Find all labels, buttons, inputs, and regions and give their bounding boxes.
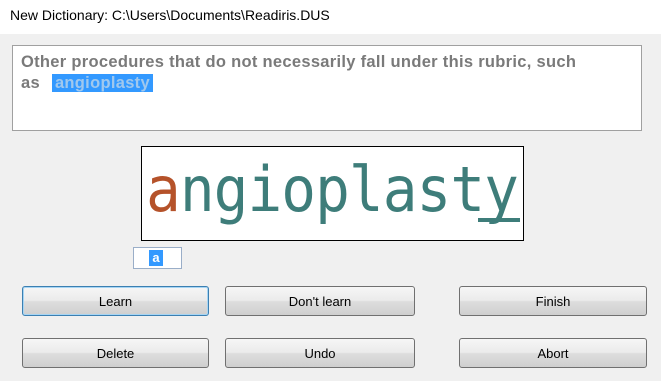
dont-learn-button[interactable]: Don't learn [225,286,415,316]
context-line-2: as angioplasty [21,73,633,94]
undo-button[interactable]: Undo [225,338,415,368]
highlighted-word: angioplasty [51,74,153,92]
abort-button[interactable]: Abort [459,338,647,368]
title-bar: New Dictionary: C:\Users\Documents\Readi… [0,0,661,34]
delete-button[interactable]: Delete [22,338,209,368]
context-prefix: as [21,74,40,92]
learn-button[interactable]: Learn [22,286,209,316]
finish-button[interactable]: Finish [459,286,647,316]
context-line-1: Other procedures that do not necessarily… [21,53,577,71]
svg-text:angioplasty: angioplasty [146,153,518,226]
recognized-char-field[interactable]: a [133,247,182,269]
remaining-glyphs: ngioplasty [180,153,518,226]
selected-char: a [149,250,163,266]
new-dictionary-dialog: New Dictionary: C:\Users\Documents\Readi… [0,0,661,381]
window-title: New Dictionary: C:\Users\Documents\Readi… [10,7,330,23]
current-glyph: a [146,153,180,226]
word-image-preview: angioplasty [141,146,524,241]
word-image: angioplasty [146,153,520,226]
context-text-box: Other procedures that do not necessarily… [12,45,642,131]
